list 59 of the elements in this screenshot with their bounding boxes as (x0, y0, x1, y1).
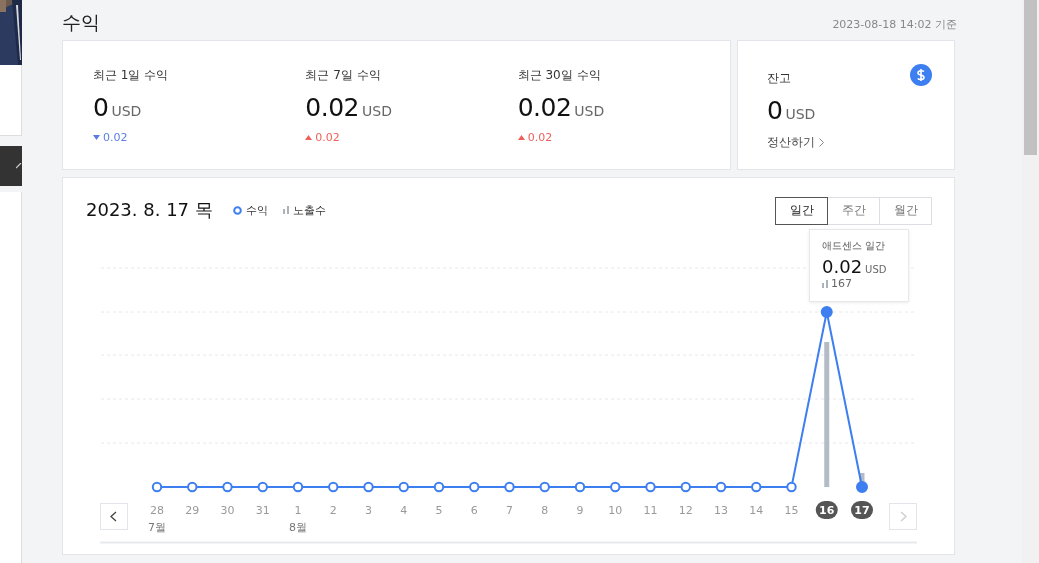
stat-change: 0.02 (527, 131, 553, 144)
period-tab[interactable]: 일간 (775, 196, 828, 225)
bar-icon (822, 279, 828, 288)
stat-value: 0.02 (517, 93, 572, 122)
day-label: 7 (506, 504, 513, 517)
page-title: 수익 (62, 13, 100, 32)
sidebar-panel (0, 65, 22, 136)
day-label: 30 (220, 504, 235, 517)
day-label[interactable]: 17 (851, 501, 873, 519)
month-label: 7월 (148, 521, 166, 534)
day-label: 29 (185, 504, 200, 517)
balance-value: 0 (767, 96, 783, 125)
day-label: 28 (150, 504, 164, 517)
day-label: 31 (255, 504, 270, 517)
update-time: 2023-08-18 14:02 기준 (832, 17, 957, 32)
day-label: 8 (541, 504, 549, 517)
day-label: 12 (678, 504, 693, 517)
day-label: 14 (749, 504, 764, 517)
day-label: 3 (365, 504, 372, 517)
day-label: 2 (329, 504, 337, 517)
day-label: 15 (784, 504, 799, 517)
day-label: 10 (608, 504, 623, 517)
stat-change: 0.02 (103, 131, 128, 144)
ring-icon (233, 205, 242, 215)
stat-value: 0 (93, 93, 109, 122)
day-label: 13 (714, 504, 728, 517)
day-label[interactable]: 16 (815, 501, 838, 519)
day-label: 5 (435, 504, 443, 517)
day-label: 6 (470, 504, 478, 517)
legend-label: 노출수 (293, 202, 326, 218)
tooltip-title: 애드센스 일간 (822, 239, 887, 253)
tooltip-value: 0.02 (822, 256, 863, 277)
day-label: 1 (294, 504, 302, 517)
stat-label: 최근 1일 수익 (93, 67, 170, 83)
chevron-icon[interactable] (819, 138, 824, 147)
day-label: 4 (400, 504, 408, 517)
day-label: 11 (643, 504, 658, 517)
bar-icon (283, 206, 289, 214)
stat-value: 0.02 (305, 93, 359, 122)
tooltip-impressions: 167 (831, 277, 852, 290)
stat-change: 0.02 (315, 131, 340, 144)
settle-link[interactable]: 정산하기 (767, 134, 824, 151)
month-label: 8월 (289, 521, 307, 534)
tooltip-unit: USD (865, 264, 887, 275)
stat-label: 최근 7일 수익 (305, 67, 382, 83)
stat-label: 최근 30일 수익 (517, 67, 602, 83)
previous-button[interactable] (100, 503, 128, 530)
day-label: 9 (576, 504, 584, 517)
stat-unit: USD (111, 103, 142, 119)
chart-date: 2023. 8. 17 목 (86, 198, 214, 222)
dollar-icon (910, 64, 932, 86)
balance-unit: USD (785, 106, 816, 122)
balance-label: 잔고 (767, 70, 791, 86)
period-tab[interactable]: 월간 (879, 196, 932, 225)
stat-unit: USD (362, 103, 392, 119)
stat-unit: USD (574, 103, 605, 119)
scrollbar[interactable] (1022, 0, 1039, 563)
period-tab[interactable]: 주간 (827, 196, 880, 225)
legend-label: 수익 (246, 202, 268, 218)
